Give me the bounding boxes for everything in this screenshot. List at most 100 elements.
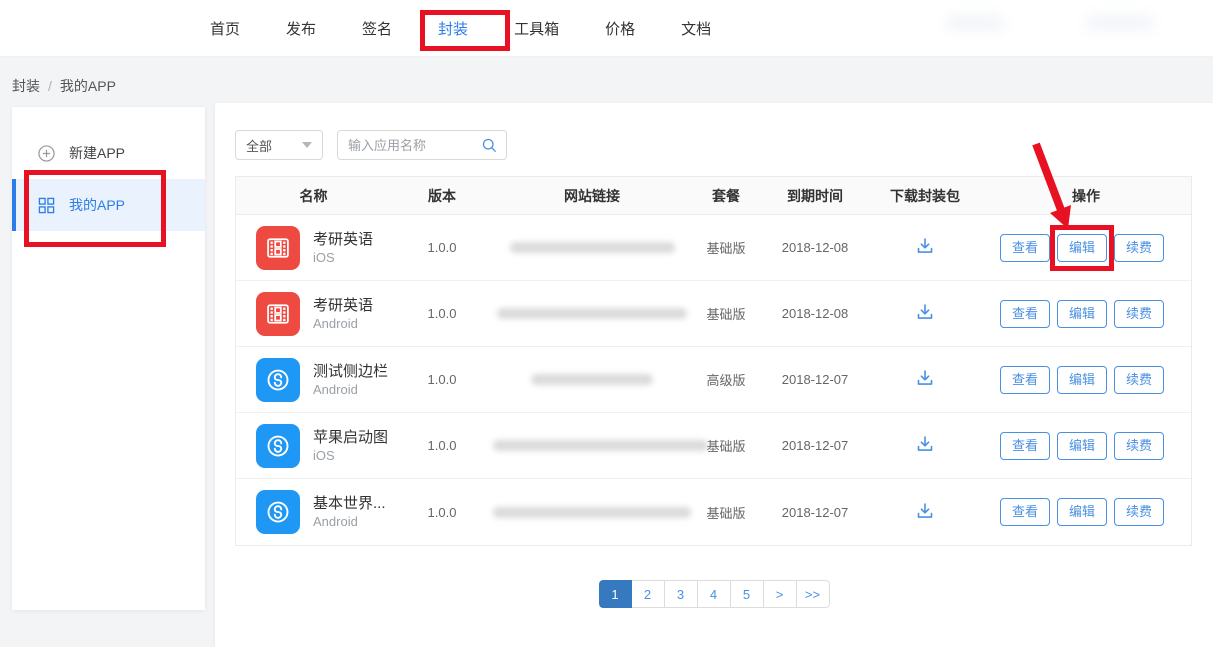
app-icon bbox=[256, 292, 300, 336]
app-icon bbox=[256, 424, 300, 468]
app-icon bbox=[256, 226, 300, 270]
category-select[interactable]: 全部 bbox=[235, 130, 323, 160]
app-platform: iOS bbox=[313, 249, 373, 266]
app-version: 1.0.0 bbox=[391, 505, 493, 520]
app-platform: iOS bbox=[313, 447, 388, 464]
nav-item-price[interactable]: 价格 bbox=[605, 18, 635, 39]
breadcrumb-separator: / bbox=[48, 78, 52, 94]
column-header-actions: 操作 bbox=[981, 186, 1191, 206]
view-button[interactable]: 查看 bbox=[1000, 432, 1050, 460]
edit-button-wrap: 编辑 bbox=[1057, 234, 1107, 262]
breadcrumb-current: 我的APP bbox=[60, 76, 116, 96]
renew-button[interactable]: 续费 bbox=[1114, 498, 1164, 526]
column-header-expires: 到期时间 bbox=[761, 186, 869, 206]
blurred-website-link bbox=[493, 440, 708, 451]
expire-date: 2018-12-08 bbox=[761, 240, 869, 255]
plan-badge: 高级版 bbox=[691, 370, 761, 389]
view-button[interactable]: 查看 bbox=[1000, 300, 1050, 328]
page-button-3[interactable]: 3 bbox=[665, 580, 698, 608]
edit-button[interactable]: 编辑 bbox=[1057, 234, 1107, 262]
nav-item-home[interactable]: 首页 bbox=[210, 18, 240, 39]
table-header-row: 名称 版本 网站链接 套餐 到期时间 下载封装包 操作 bbox=[236, 177, 1191, 215]
sidebar-item-new-app[interactable]: 新建APP bbox=[12, 127, 205, 179]
download-icon[interactable] bbox=[914, 501, 936, 521]
blurred-website-link bbox=[493, 507, 691, 518]
renew-button[interactable]: 续费 bbox=[1114, 432, 1164, 460]
column-header-name: 名称 bbox=[236, 186, 391, 206]
edit-button-wrap: 编辑 bbox=[1057, 300, 1107, 328]
edit-button[interactable]: 编辑 bbox=[1057, 498, 1107, 526]
edit-button[interactable]: 编辑 bbox=[1057, 432, 1107, 460]
actions-cell: 查看 编辑 续费 bbox=[981, 234, 1191, 262]
table-row: 基本世界... Android 1.0.0 基础版 2018-12-07 查看 … bbox=[236, 479, 1191, 545]
breadcrumb: 封装 / 我的APP bbox=[12, 76, 116, 96]
search-input[interactable] bbox=[348, 138, 481, 153]
toolbar: 全部 bbox=[235, 130, 507, 160]
chevron-down-icon bbox=[302, 142, 312, 148]
app-name: 考研英语 bbox=[313, 230, 373, 249]
edit-button[interactable]: 编辑 bbox=[1057, 366, 1107, 394]
actions-cell: 查看 编辑 续费 bbox=[981, 366, 1191, 394]
column-header-version: 版本 bbox=[391, 186, 493, 206]
download-icon[interactable] bbox=[914, 434, 936, 454]
app-name: 基本世界... bbox=[313, 494, 386, 513]
s-logo-icon bbox=[263, 365, 293, 395]
download-icon[interactable] bbox=[914, 368, 936, 388]
app-name: 苹果启动图 bbox=[313, 428, 388, 447]
sidebar: 新建APP 我的APP bbox=[12, 107, 205, 610]
page-button-5[interactable]: 5 bbox=[731, 580, 764, 608]
app-name-cell: 考研英语 iOS bbox=[236, 226, 391, 270]
nav-item-publish[interactable]: 发布 bbox=[286, 18, 316, 39]
expire-date: 2018-12-07 bbox=[761, 438, 869, 453]
pagination-group: 1 2 3 4 5 > >> bbox=[599, 580, 830, 608]
website-link-cell bbox=[493, 507, 691, 518]
blurred-website-link bbox=[531, 374, 653, 385]
breadcrumb-section[interactable]: 封装 bbox=[12, 76, 40, 96]
renew-button[interactable]: 续费 bbox=[1114, 234, 1164, 262]
next-page-button[interactable]: > bbox=[764, 580, 797, 608]
page-button-4[interactable]: 4 bbox=[698, 580, 731, 608]
plus-circle-icon bbox=[38, 145, 55, 162]
sidebar-item-my-app[interactable]: 我的APP bbox=[12, 179, 205, 231]
view-button[interactable]: 查看 bbox=[1000, 234, 1050, 262]
view-button[interactable]: 查看 bbox=[1000, 498, 1050, 526]
expire-date: 2018-12-07 bbox=[761, 505, 869, 520]
nav-item-package[interactable]: 封装 bbox=[438, 18, 468, 39]
renew-button[interactable]: 续费 bbox=[1114, 366, 1164, 394]
renew-button[interactable]: 续费 bbox=[1114, 300, 1164, 328]
actions-cell: 查看 编辑 续费 bbox=[981, 432, 1191, 460]
website-link-cell bbox=[493, 242, 691, 253]
app-name-cell: 苹果启动图 iOS bbox=[236, 424, 391, 468]
apps-table: 名称 版本 网站链接 套餐 到期时间 下载封装包 操作 bbox=[235, 176, 1192, 546]
page-button-2[interactable]: 2 bbox=[632, 580, 665, 608]
website-link-cell bbox=[493, 374, 691, 385]
nav-item-toolbox[interactable]: 工具箱 bbox=[514, 18, 559, 39]
grid-icon bbox=[38, 197, 55, 214]
table-row: 考研英语 Android 1.0.0 基础版 2018-12-08 查看 编辑 … bbox=[236, 281, 1191, 347]
top-navigation-bar: 首页 发布 签名 封装 工具箱 价格 文档 bbox=[0, 0, 1213, 57]
page-button-1[interactable]: 1 bbox=[599, 580, 632, 608]
expire-date: 2018-12-07 bbox=[761, 372, 869, 387]
last-page-button[interactable]: >> bbox=[797, 580, 830, 608]
download-icon[interactable] bbox=[914, 302, 936, 322]
plan-badge: 基础版 bbox=[691, 503, 761, 522]
download-icon[interactable] bbox=[914, 236, 936, 256]
table-row: 苹果启动图 iOS 1.0.0 基础版 2018-12-07 查看 编辑 续费 bbox=[236, 413, 1191, 479]
category-select-value: 全部 bbox=[246, 136, 272, 155]
blurred-user-info bbox=[1085, 15, 1155, 31]
s-logo-icon bbox=[263, 497, 293, 527]
nav-item-docs[interactable]: 文档 bbox=[681, 18, 711, 39]
view-button[interactable]: 查看 bbox=[1000, 366, 1050, 394]
plan-badge: 基础版 bbox=[691, 238, 761, 257]
table-row: 考研英语 iOS 1.0.0 基础版 2018-12-08 查看 编辑 续费 bbox=[236, 215, 1191, 281]
edit-button[interactable]: 编辑 bbox=[1057, 300, 1107, 328]
nav-item-sign[interactable]: 签名 bbox=[362, 18, 392, 39]
app-version: 1.0.0 bbox=[391, 240, 493, 255]
actions-cell: 查看 编辑 续费 bbox=[981, 300, 1191, 328]
download-cell bbox=[869, 368, 981, 391]
app-name-cell: 测试侧边栏 Android bbox=[236, 358, 391, 402]
actions-cell: 查看 编辑 续费 bbox=[981, 498, 1191, 526]
search-icon[interactable] bbox=[481, 137, 498, 154]
plan-badge: 基础版 bbox=[691, 304, 761, 323]
download-cell bbox=[869, 501, 981, 524]
